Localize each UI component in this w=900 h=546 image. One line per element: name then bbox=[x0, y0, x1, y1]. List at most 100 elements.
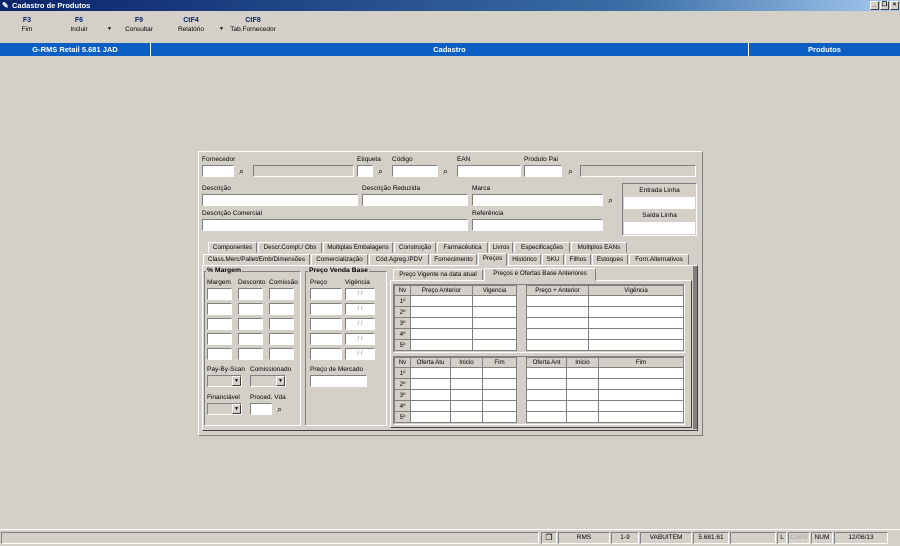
table-cell[interactable] bbox=[598, 378, 684, 390]
pay-by-scan-select[interactable]: ▼ bbox=[207, 375, 242, 387]
table-cell[interactable] bbox=[588, 328, 684, 340]
table-cell[interactable] bbox=[526, 306, 589, 318]
comissionado-select[interactable]: ▼ bbox=[250, 375, 286, 387]
fim-button[interactable]: F3 Fim bbox=[2, 16, 52, 35]
table-cell[interactable] bbox=[526, 328, 589, 340]
table-row[interactable]: 2º bbox=[394, 378, 684, 390]
table-cell[interactable] bbox=[410, 295, 473, 307]
chevron-down-icon[interactable]: ▼ bbox=[232, 376, 241, 386]
preco-field[interactable] bbox=[310, 348, 342, 360]
dropdown-arrow-icon[interactable]: ▼ bbox=[107, 26, 112, 32]
table-cell[interactable] bbox=[410, 306, 473, 318]
scrollbar[interactable] bbox=[693, 266, 697, 429]
table-cell[interactable] bbox=[410, 411, 451, 423]
tab-componentes[interactable]: Componentes bbox=[208, 242, 257, 253]
comissao-field[interactable] bbox=[269, 348, 294, 360]
tab-construcao[interactable]: Construção bbox=[394, 242, 436, 253]
vigencia-field[interactable]: / / bbox=[345, 288, 375, 300]
vigencia-field[interactable]: / / bbox=[345, 333, 375, 345]
table-cell[interactable] bbox=[450, 378, 483, 390]
table-row[interactable]: 4º bbox=[394, 400, 684, 412]
restore-icon[interactable]: ❐ bbox=[880, 1, 889, 10]
fornecedor-field[interactable] bbox=[202, 165, 234, 177]
descricao-field[interactable] bbox=[202, 194, 358, 206]
margem-field[interactable] bbox=[207, 333, 232, 345]
table-cell[interactable] bbox=[472, 317, 517, 329]
margem-field[interactable] bbox=[207, 348, 232, 360]
table-cell[interactable] bbox=[526, 295, 589, 307]
table-cell[interactable] bbox=[566, 389, 599, 401]
table-cell[interactable] bbox=[588, 306, 684, 318]
tab-farmaceutica[interactable]: Farmacêutica bbox=[437, 242, 488, 253]
table-cell[interactable] bbox=[472, 328, 517, 340]
table-cell[interactable] bbox=[472, 339, 517, 351]
financiavel-select[interactable]: ▼ bbox=[207, 403, 242, 415]
preco-field[interactable] bbox=[310, 333, 342, 345]
table-cell[interactable] bbox=[526, 411, 567, 423]
dropdown-arrow-icon[interactable]: ▼ bbox=[219, 26, 224, 32]
clipboard-icon[interactable]: ❐ bbox=[541, 532, 557, 544]
tab-cod-agreg-pdv[interactable]: Cód.Agreg./PDV bbox=[369, 254, 429, 265]
subtab-preco-vigente[interactable]: Preço Vigente na data atual bbox=[393, 269, 483, 280]
binoculars-icon[interactable]: ⌕ bbox=[274, 404, 285, 414]
margem-field[interactable] bbox=[207, 318, 232, 330]
marca-field[interactable] bbox=[472, 194, 603, 206]
entrada-linha-field[interactable] bbox=[624, 197, 695, 209]
desconto-field[interactable] bbox=[238, 318, 263, 330]
table-cell[interactable] bbox=[410, 317, 473, 329]
table-cell[interactable] bbox=[588, 339, 684, 351]
chevron-down-icon[interactable]: ▼ bbox=[232, 404, 241, 414]
table-cell[interactable] bbox=[588, 317, 684, 329]
tab-livros[interactable]: Livros bbox=[489, 242, 513, 253]
descricao-reduzida-field[interactable] bbox=[362, 194, 468, 206]
table-row[interactable]: 1º bbox=[394, 367, 684, 379]
table-row[interactable]: 5º bbox=[394, 339, 684, 351]
tab-filhos[interactable]: Filhos bbox=[565, 254, 591, 265]
table-cell[interactable] bbox=[598, 367, 684, 379]
relatorio-button[interactable]: CtF4 Relatório bbox=[166, 16, 216, 35]
table-cell[interactable] bbox=[410, 339, 473, 351]
binoculars-icon[interactable]: ⌕ bbox=[440, 166, 451, 176]
table-cell[interactable] bbox=[526, 367, 567, 379]
table-cell[interactable] bbox=[526, 389, 567, 401]
table-row[interactable]: 5º bbox=[394, 411, 684, 423]
tab-fornecedor-button[interactable]: CtF8 Tab.Fornecedor bbox=[226, 16, 280, 35]
comissao-field[interactable] bbox=[269, 288, 294, 300]
tab-descr-compl[interactable]: Descr.Compl./ Obs bbox=[258, 242, 322, 253]
preco-field[interactable] bbox=[310, 288, 342, 300]
ean-field[interactable] bbox=[457, 165, 521, 177]
table-cell[interactable] bbox=[566, 378, 599, 390]
table-cell[interactable] bbox=[450, 411, 483, 423]
produto-pai-field[interactable] bbox=[524, 165, 562, 177]
table-cell[interactable] bbox=[566, 367, 599, 379]
tab-especificacoes[interactable]: Especificações bbox=[514, 242, 570, 253]
table-row[interactable]: 4º bbox=[394, 328, 684, 340]
desconto-field[interactable] bbox=[238, 348, 263, 360]
vigencia-field[interactable]: / / bbox=[345, 348, 375, 360]
chevron-down-icon[interactable]: ▼ bbox=[276, 376, 285, 386]
tab-precos[interactable]: Preços bbox=[478, 253, 507, 266]
binoculars-icon[interactable]: ⌕ bbox=[605, 195, 616, 205]
tab-multiplos-eans[interactable]: Múltiplos EANs bbox=[571, 242, 627, 253]
vigencia-field[interactable]: / / bbox=[345, 318, 375, 330]
codigo-field[interactable] bbox=[392, 165, 438, 177]
table-cell[interactable] bbox=[482, 411, 517, 423]
table-cell[interactable] bbox=[482, 367, 517, 379]
tab-comercializacao[interactable]: Comercialização bbox=[311, 254, 368, 265]
table-row[interactable]: 3º bbox=[394, 317, 684, 329]
table-row[interactable]: 3º bbox=[394, 389, 684, 401]
consultar-button[interactable]: F9 Consultar bbox=[114, 16, 164, 35]
tab-historico[interactable]: Histórico bbox=[508, 254, 541, 265]
tab-estoques[interactable]: Estoques bbox=[592, 254, 628, 265]
table-row[interactable]: 2º bbox=[394, 306, 684, 318]
table-cell[interactable] bbox=[598, 411, 684, 423]
table-cell[interactable] bbox=[410, 328, 473, 340]
table-cell[interactable] bbox=[450, 400, 483, 412]
margem-field[interactable] bbox=[207, 288, 232, 300]
table-row[interactable]: 1º bbox=[394, 295, 684, 307]
comissao-field[interactable] bbox=[269, 318, 294, 330]
table-cell[interactable] bbox=[566, 411, 599, 423]
table-cell[interactable] bbox=[526, 339, 589, 351]
table-cell[interactable] bbox=[472, 306, 517, 318]
saida-linha-field[interactable] bbox=[624, 222, 695, 234]
